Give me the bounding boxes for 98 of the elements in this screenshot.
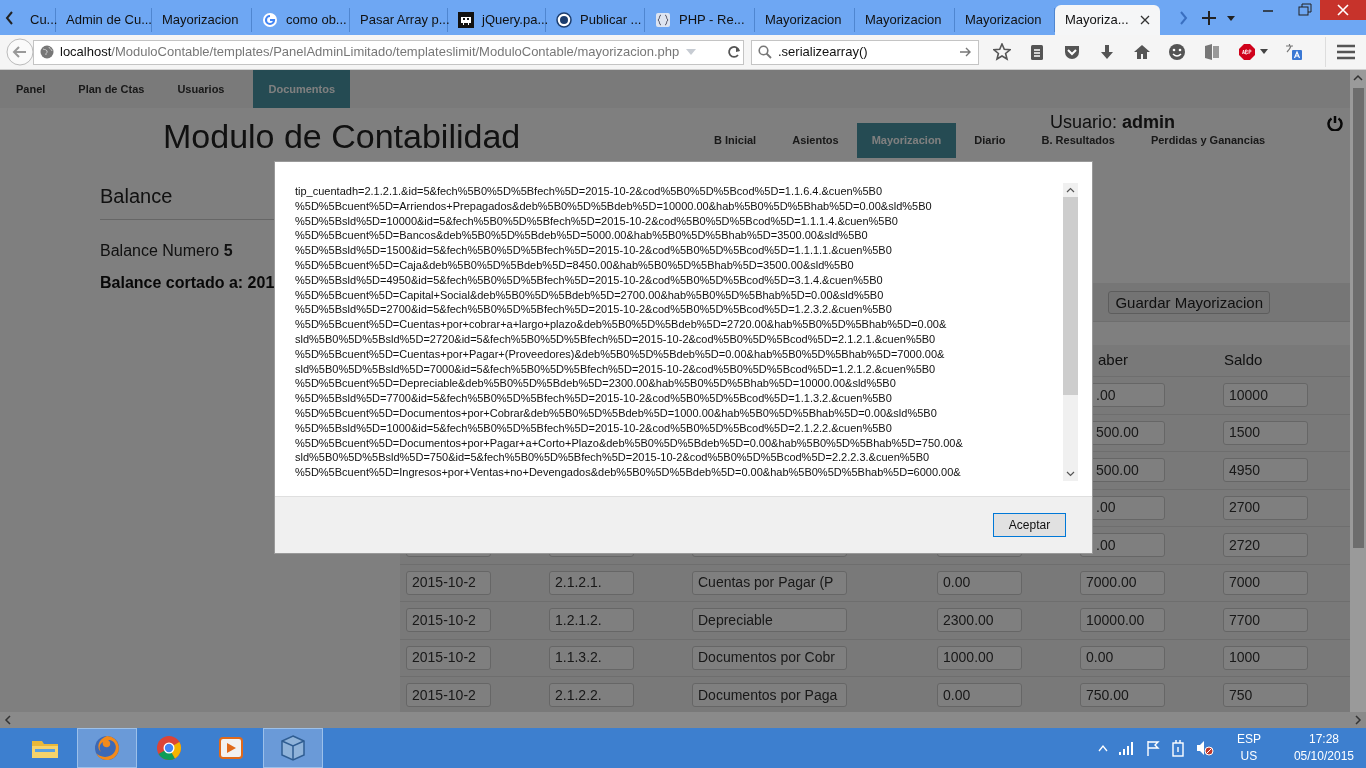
- smiley-icon[interactable]: [1168, 43, 1186, 61]
- text-scrollbar[interactable]: [1063, 183, 1078, 481]
- taskbar-button[interactable]: [77, 728, 137, 768]
- search-field[interactable]: .serializearray(): [751, 39, 979, 65]
- speaker-muted-icon[interactable]: [1195, 740, 1214, 756]
- tab[interactable]: B Inicial: [696, 123, 775, 158]
- input-field[interactable]: 4950: [1223, 458, 1308, 483]
- close-icon[interactable]: [1140, 15, 1150, 25]
- pocket-icon[interactable]: [1063, 43, 1081, 61]
- clock-time[interactable]: 17:28: [1308, 731, 1339, 748]
- input-field[interactable]: 2700: [1223, 495, 1308, 520]
- input-field[interactable]: 2015-10-2: [406, 570, 491, 595]
- browser-tab[interactable]: Admin de Cu...: [56, 8, 152, 32]
- input-field[interactable]: 2.1.2.2.: [549, 683, 634, 708]
- input-field[interactable]: 2015-10-2: [406, 645, 491, 670]
- taskbar-button[interactable]: [263, 728, 323, 768]
- show-hidden-icon[interactable]: [1097, 744, 1108, 752]
- back-icon[interactable]: [5, 37, 35, 67]
- input-field[interactable]: 1500: [1223, 420, 1308, 445]
- input-field[interactable]: 2300.00: [937, 608, 1022, 633]
- download-icon[interactable]: [1098, 43, 1116, 61]
- reader-icon[interactable]: [1203, 43, 1221, 61]
- input-field[interactable]: 10000.00: [1080, 608, 1165, 633]
- clipboard-list-icon[interactable]: [1028, 43, 1046, 61]
- input-field[interactable]: 750.00: [1080, 683, 1165, 708]
- flag-icon[interactable]: [1145, 740, 1160, 756]
- search-icon: [758, 45, 772, 59]
- google-icon: [262, 12, 278, 28]
- column-header: aber: [1097, 350, 1130, 371]
- scroll-up-icon[interactable]: [1353, 74, 1363, 82]
- globe-icon: [40, 45, 54, 59]
- tab[interactable]: Asientos: [774, 123, 857, 158]
- nav-link[interactable]: Usuarios: [165, 70, 237, 108]
- browser-tab[interactable]: Mayoriza...: [1055, 5, 1160, 35]
- tab[interactable]: Mayorizacion: [856, 123, 957, 158]
- input-field[interactable]: 2015-10-2: [406, 608, 491, 633]
- close-window-icon[interactable]: [1320, 0, 1366, 20]
- input-field[interactable]: Documentos por Cobr: [692, 645, 847, 670]
- input-field[interactable]: 10000: [1223, 383, 1308, 408]
- home-icon[interactable]: [1133, 43, 1151, 61]
- save-button[interactable]: Guardar Mayorizacion: [1108, 290, 1270, 314]
- input-field[interactable]: 750: [1223, 683, 1308, 708]
- braces-icon: [655, 12, 671, 28]
- url-text: localhost/ModuloContable/templates/PanelAdminLimitado/templateslimit/ModuloContable/mayorizacion.php: [60, 43, 680, 62]
- browser-tab[interactable]: Cu...: [20, 8, 56, 32]
- bookmark-star-icon[interactable]: [993, 43, 1011, 61]
- nav-link[interactable]: Plan de Ctas: [66, 70, 157, 108]
- input-field[interactable]: 7000.00: [1080, 570, 1165, 595]
- column-header: Saldo: [1223, 350, 1264, 371]
- power-plug-icon[interactable]: [1170, 739, 1185, 757]
- clock-date[interactable]: 05/10/2015: [1293, 748, 1354, 765]
- input-field[interactable]: 2015-10-2: [406, 683, 491, 708]
- input-field[interactable]: Depreciable: [692, 608, 847, 633]
- serialized-text: tip_cuentadh=2.1.2.1.&id=5&fech%5B0%5D%5Bfech%5D=2015-10-2&cod%5B0%5D%5Bcod%5D=1.1.6.4.&cuen%5B0 %5D%5Bcuent%5D=Arriendos+Prepagados&deb%5B0%5D%5Bdeb%5D=10000.00&hab%5B0%5D%5Bhab%5D=0.00&sld%5B0 %5D%5Bsld%5D=10000&id=5&fech%5B0%5D%5Bfech%5D=2015-10-2&cod%5B0%5D%5Bcod%5D=1.1.1.4.&cuen%5B0 %5D%5Bcuent%5D=Bancos&deb%5B0%5D%5Bdeb%5D=5000.00&hab%5B0%5D%5Bhab%5D=3500.00&sld%5B0 %5D%5Bsld%5D=1500&id=5&fech%5B0%5D%5Bfech%5D=2015-10-2&cod%5B0%5D%5Bcod%5D=1.1.1.1.&cuen%5B0 %5D%5Bcuent%5D=Caja&deb%5B0%5D%5Bdeb%5D=8450.00&hab%5B0%5D%5Bhab%5D=3500.00&sld%5B0 %5D%5Bsld%5D=4950&id=5&fech%5B0%5D%5Bfech%5D=2015-10-2&cod%5B0%5D%5Bcod%5D=3.1.4.&cuen%5B0 %5D%5Bcuent%5D=Capital+Social&deb%5B0%5D%5Bdeb%5D=2700.00&hab%5B0%5D%5Bhab%5D=0.00&sld%5B0 %5D%5Bsld%5D=2700&id=5&fech%5B0%5D%5Bfech%5D=2015-10-2&cod%5B0%5D%5Bcod%5D=1.2.3.2.&cuen%5B0 %5D%5Bcuent%5D=Cuentas+por+cobrar+a+largo+plazo&deb%5B0%5D%5Bdeb%5D=2720.00&hab%5B0%5D%5Bhab%5D=0.00& sld%5B0%5D%5Bsld%5D=2720&id=5&fech%5B0%5D%5Bfech%5D=2015-10-2&cod%5B0%5D%5Bcod%5D=2.1.2.1.&cuen%5B0 %5D%5Bcuent%5D=Cuentas+por+Pagar+(Proveedores)&deb%5B0%5D%5Bdeb%5D=0.00&hab%5B0%5D%5Bhab%5D=7000.00& sld%5B0%5D%5Bsld%5D=7000&id=5&fech%5B0%5D%5Bfech%5D=2015-10-2&cod%5B0%5D%5Bcod%5D=1.2.1.2.&cuen%5B0 %5D%5Bcuent%5D=Depreciable&deb%5B0%5D%5Bdeb%5D=2300.00&hab%5B0%5D%5Bhab%5D=10000.00&sld%5B0 %5D%5Bsld%5D=7700&id=5&fech%5B0%5D%5Bfech%5D=2015-10-2&cod%5B0%5D%5Bcod%5D=1.1.3.2.&cuen%5B0 %5D%5Bcuent%5D=Documentos+por+Cobrar&deb%5B0%5D%5Bdeb%5D=1000.00&hab%5B0%5D%5Bhab%5D=0.00&sld%5B0 %5D%5Bsld%5D=1000&id=5&fech%5B0%5D%5Bfech%5D=2015-10-2&cod%5B0%5D%5Bcod%5D=2.1.2.2.&cuen%5B0 %5D%5Bcuent%5D=Documentos+por+Pagar+a+Corto+Plazo&deb%5B0%5D%5Bdeb%5D=0.00&hab%5B0%5D%5Bhab%5D=750.00& sld%5B0%5D%5Bsld%5D=750&id=5&fech%5B0%5D%5Bfech%5D=2015-10-2&cod%5B0%5D%5Bcod%5D=2.2.2.3.&cuen%5B0 %5D%5Bcuent%5D=Ingresos+por+Ventas+no+Devengados&deb%5B0%5D%5Bdeb%5D=0.00&hab%5B0%5D%5Bhab%5D=6000.00&: [294, 184, 964, 481]
- page-title: Modulo de Contabilidad: [162, 116, 521, 157]
- adblock-icon[interactable]: [1238, 43, 1256, 61]
- browser-tab[interactable]: Mayorizacion: [855, 8, 955, 32]
- browser-tab[interactable]: Publicar ...: [546, 8, 645, 32]
- input-field[interactable]: 7700: [1223, 608, 1308, 633]
- scroll-left-icon[interactable]: [4, 715, 12, 725]
- dropdown-icon[interactable]: [1260, 49, 1268, 55]
- browser-tab[interactable]: Mayorizacion: [755, 8, 855, 32]
- translate-icon[interactable]: [1285, 43, 1303, 61]
- horizontal-scrollbar[interactable]: [0, 712, 1366, 728]
- input-field[interactable]: 1000: [1223, 645, 1308, 670]
- input-field[interactable]: 0.00: [1080, 645, 1165, 670]
- go-arrow-icon[interactable]: [960, 47, 972, 57]
- input-field[interactable]: 1.1.3.2.: [549, 645, 634, 670]
- menu-icon[interactable]: [1337, 44, 1355, 60]
- browser-tab[interactable]: jQuery.pa...: [448, 8, 546, 32]
- vertical-scrollbar[interactable]: [1350, 70, 1366, 712]
- language-indicator[interactable]: ESP: [1236, 731, 1261, 748]
- address-field[interactable]: localhost/ModuloContable/templates/PanelAdminLimitado/templateslimit/ModuloContable/mayorizacion.php: [33, 39, 744, 65]
- circle-logo-icon: [556, 12, 572, 28]
- accept-button[interactable]: Aceptar: [993, 513, 1066, 537]
- browser-tab[interactable]: Mayorizacion: [152, 8, 252, 32]
- nav-link[interactable]: Documentos: [253, 70, 351, 108]
- tab[interactable]: Diario: [956, 123, 1024, 158]
- input-field[interactable]: 1.2.1.2.: [549, 608, 634, 633]
- browser-tab[interactable]: como ob...: [252, 8, 350, 32]
- reload-icon[interactable]: [727, 45, 742, 59]
- user-label: Usuario: admin: [1049, 111, 1175, 134]
- pixel-invader-icon: [458, 12, 474, 28]
- input-field[interactable]: Documentos por Paga: [692, 683, 847, 708]
- browser-tab[interactable]: PHP - Re...: [645, 8, 755, 32]
- input-field[interactable]: 2720: [1223, 533, 1308, 558]
- scroll-right-icon[interactable]: [1354, 715, 1362, 725]
- input-field[interactable]: 1000.00: [937, 645, 1022, 670]
- input-field[interactable]: Cuentas por Pagar (P: [692, 570, 847, 595]
- nav-link[interactable]: Panel: [4, 70, 58, 108]
- input-field[interactable]: 2.1.2.1.: [549, 570, 634, 595]
- power-icon[interactable]: [1327, 114, 1343, 131]
- input-field[interactable]: 7000: [1223, 570, 1308, 595]
- input-field[interactable]: 0.00: [937, 683, 1022, 708]
- input-field[interactable]: 0.00: [937, 570, 1022, 595]
- browser-tab[interactable]: Pasar Array p...: [350, 8, 448, 32]
- signal-icon[interactable]: [1118, 741, 1135, 755]
- keyboard-layout[interactable]: US: [1240, 748, 1258, 765]
